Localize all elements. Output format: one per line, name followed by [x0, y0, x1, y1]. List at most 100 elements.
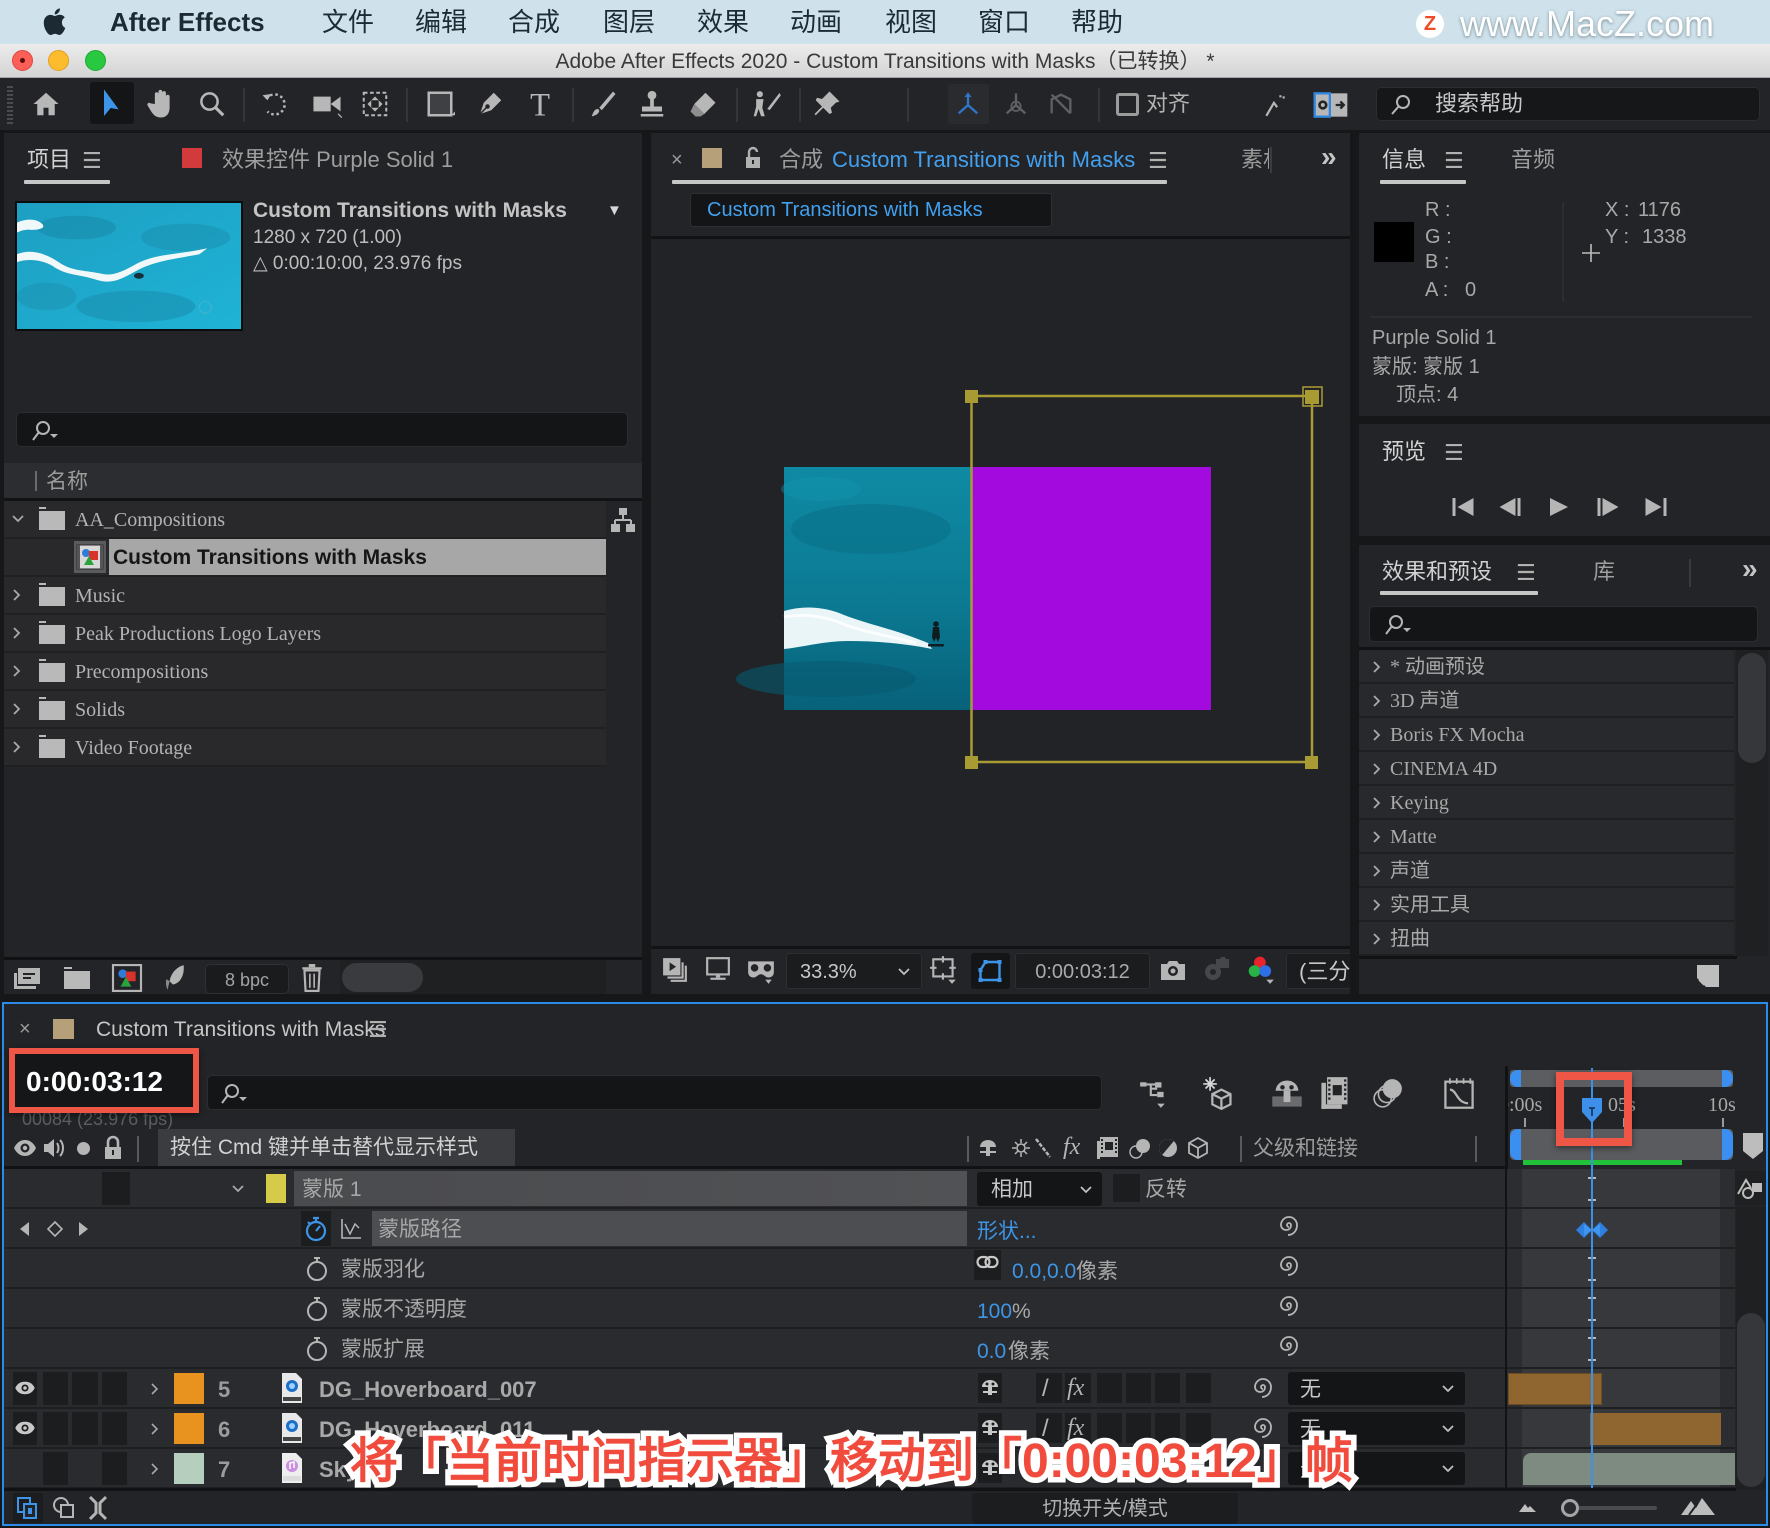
- project-panel-menu-icon[interactable]: ☰: [82, 150, 102, 172]
- project-list-item[interactable]: Peak Productions Logo Layers: [4, 615, 606, 653]
- mask-opacity-row[interactable]: 蒙版不透明度 100 %: [2, 1289, 1505, 1329]
- effects-scrollbar-track[interactable]: [1736, 650, 1768, 956]
- effects-category-item[interactable]: 实用工具: [1359, 888, 1734, 922]
- audio-toggle[interactable]: [43, 1412, 68, 1445]
- menu-edit[interactable]: 编辑: [415, 9, 467, 35]
- expression-pickwhip-icon[interactable]: [1278, 1335, 1300, 1359]
- chevron-down-icon[interactable]: [230, 1182, 246, 1196]
- effects-switch[interactable]: fx: [1065, 1373, 1091, 1403]
- layer-label-color[interactable]: [174, 1413, 204, 1444]
- timeline-search-field[interactable]: [207, 1075, 1102, 1110]
- effects-category-item[interactable]: 扭曲: [1359, 922, 1734, 956]
- effects-category-item[interactable]: CINEMA 4D: [1359, 752, 1734, 786]
- effects-category-item[interactable]: * 动画预设: [1359, 650, 1734, 684]
- apple-icon[interactable]: [40, 6, 67, 37]
- project-search-field[interactable]: [16, 412, 628, 447]
- work-area-start-handle[interactable]: [1510, 1129, 1521, 1160]
- horizontal-scrollbar-thumb[interactable]: [342, 963, 423, 992]
- vr-goggles-icon[interactable]: [746, 955, 776, 985]
- tab-audio[interactable]: 音频: [1511, 149, 1555, 171]
- pen-tool-icon[interactable]: [475, 89, 505, 119]
- chevron-right-icon[interactable]: [1371, 694, 1383, 708]
- panel-overflow-icon[interactable]: »: [1742, 555, 1758, 583]
- property-name[interactable]: 蒙版路径: [378, 1219, 462, 1240]
- chevron-right-icon[interactable]: [9, 701, 25, 717]
- mask-name[interactable]: 蒙版 1: [302, 1179, 362, 1200]
- close-tab-icon[interactable]: ×: [671, 150, 683, 170]
- chevron-right-icon[interactable]: [149, 1462, 161, 1476]
- new-composition-icon[interactable]: [111, 964, 143, 992]
- audio-toggle[interactable]: [43, 1452, 68, 1485]
- pan-behind-tool-icon[interactable]: [360, 89, 390, 119]
- timeline-menu-icon[interactable]: ☰: [368, 1019, 388, 1041]
- effects-category-item[interactable]: Boris FX Mocha: [1359, 718, 1734, 752]
- parent-pickwhip-icon[interactable]: [1252, 1377, 1274, 1401]
- time-navigator-start-handle[interactable]: [1510, 1070, 1521, 1087]
- tab-project[interactable]: 项目: [27, 149, 71, 171]
- motion-blur-switch[interactable]: [1126, 1373, 1151, 1403]
- add-keyframe-icon[interactable]: [46, 1220, 64, 1238]
- layer-label-color[interactable]: [174, 1453, 204, 1484]
- in-out-pane-icon[interactable]: [87, 1495, 109, 1521]
- comp-button-icon[interactable]: [1736, 1174, 1764, 1200]
- effects-category-item[interactable]: 声道: [1359, 854, 1734, 888]
- menu-file[interactable]: 文件: [322, 9, 374, 35]
- mask-path-row[interactable]: 蒙版路径 形状...: [2, 1209, 1505, 1249]
- solo-toggle[interactable]: [72, 1412, 98, 1445]
- project-list-item[interactable]: Video Footage: [4, 729, 606, 767]
- adjustment-layer-switch-header-icon[interactable]: [1157, 1137, 1179, 1159]
- 3d-layer-switch-header-icon[interactable]: [1187, 1136, 1209, 1160]
- expression-pickwhip-icon[interactable]: [1278, 1255, 1300, 1279]
- hand-tool-icon[interactable]: [146, 88, 176, 120]
- solo-column-icon[interactable]: [77, 1142, 90, 1155]
- zoom-in-mountain-icon[interactable]: [1680, 1496, 1716, 1516]
- work-area-end-handle[interactable]: [1722, 1129, 1733, 1160]
- previous-frame-icon[interactable]: [1498, 495, 1523, 519]
- home-icon[interactable]: [31, 89, 61, 119]
- effects-category-item[interactable]: Matte: [1359, 820, 1734, 854]
- tab-effects-presets[interactable]: 效果和预设: [1382, 561, 1492, 583]
- mask-vertex-handle[interactable]: [1305, 756, 1318, 769]
- workspace-settings-icon[interactable]: [1313, 91, 1349, 119]
- toolbar-grip[interactable]: [7, 86, 13, 124]
- frame-blending-icon[interactable]: [1320, 1076, 1350, 1110]
- tab-effect-controls[interactable]: 效果控件 Purple Solid 1: [222, 149, 453, 171]
- project-list-item[interactable]: Music: [4, 577, 606, 615]
- comp-marker-bin-icon[interactable]: [1742, 1132, 1764, 1160]
- stopwatch-active-icon[interactable]: [304, 1215, 328, 1243]
- menu-layer[interactable]: 图层: [603, 9, 655, 35]
- effects-scrollbar-thumb[interactable]: [1738, 653, 1766, 763]
- preview-panel-title[interactable]: 预览: [1382, 441, 1426, 463]
- snapping-label[interactable]: 对齐: [1146, 93, 1190, 115]
- shy-switch[interactable]: [978, 1373, 1002, 1403]
- menu-view[interactable]: 视图: [885, 9, 937, 35]
- chevron-right-icon[interactable]: [1371, 762, 1383, 776]
- puppet-pin-tool-icon[interactable]: [812, 89, 842, 119]
- project-list-item[interactable]: Precompositions: [4, 653, 606, 691]
- brush-tool-icon[interactable]: [588, 89, 618, 119]
- previous-keyframe-icon[interactable]: [18, 1221, 30, 1237]
- 3d-layer-switch[interactable]: [1186, 1373, 1211, 1403]
- layer-name[interactable]: DG_Hoverboard_007: [319, 1379, 537, 1401]
- mask-color-swatch[interactable]: [266, 1174, 286, 1203]
- mask-expansion-value[interactable]: 0.0: [977, 1341, 1006, 1362]
- rotation-tool-icon[interactable]: [260, 89, 290, 119]
- snapping-checkbox[interactable]: [1116, 93, 1139, 116]
- mask-path-lane[interactable]: [1507, 1209, 1735, 1249]
- column-header-name[interactable]: 名称: [46, 471, 88, 492]
- info-panel-menu-icon[interactable]: ☰: [1444, 150, 1464, 172]
- resolution-dropdown[interactable]: (三分: [1286, 953, 1350, 989]
- frame-blend-switch[interactable]: [1097, 1373, 1122, 1403]
- effects-category-item[interactable]: 3D 声道: [1359, 684, 1734, 718]
- menu-window[interactable]: 窗口: [978, 9, 1030, 35]
- layer-switches-pane-icon[interactable]: [16, 1496, 40, 1520]
- region-of-interest-icon[interactable]: [929, 955, 959, 985]
- comp-tab-prefix[interactable]: 合成: [779, 149, 823, 171]
- parent-dropdown[interactable]: 无: [1288, 1372, 1465, 1405]
- chevron-right-icon[interactable]: [1371, 932, 1383, 946]
- lock-toggle[interactable]: [102, 1452, 127, 1485]
- chevron-right-icon[interactable]: [1371, 796, 1383, 810]
- zoom-tool-icon[interactable]: [197, 89, 227, 119]
- lock-open-icon[interactable]: [743, 146, 763, 170]
- expression-pickwhip-icon[interactable]: [1278, 1295, 1300, 1319]
